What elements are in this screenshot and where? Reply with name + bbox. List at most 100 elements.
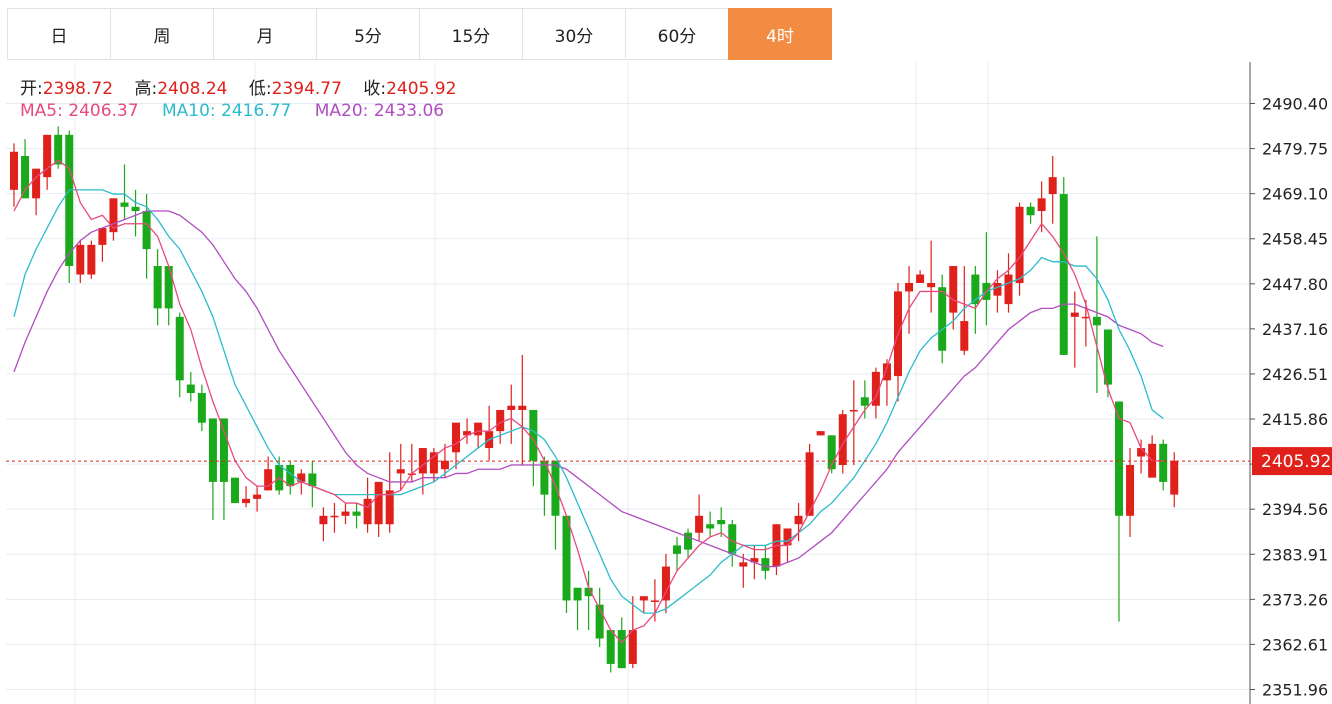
candle-body [639, 596, 648, 601]
ma5-line [13, 159, 1164, 644]
candle-body [429, 452, 438, 474]
tab-week[interactable]: 周 [110, 8, 214, 60]
candle-body [927, 282, 936, 288]
tab-month[interactable]: 月 [213, 8, 317, 60]
candle-body [573, 587, 582, 601]
candle-body [164, 266, 173, 309]
tab-4hour[interactable]: 4时 [728, 8, 832, 60]
candle-body [606, 630, 615, 664]
tab-day[interactable]: 日 [7, 8, 111, 60]
tab-15min[interactable]: 15分 [419, 8, 523, 60]
ma5-readout: MA5: 2406.37 [20, 101, 139, 121]
close-label: 收: [363, 79, 387, 99]
candle-body [860, 397, 869, 406]
candle-body [695, 515, 704, 533]
candle-body [208, 418, 217, 482]
candle-body [352, 511, 361, 516]
ma20-label: MA20: [314, 101, 369, 121]
candle-body [131, 206, 140, 212]
ohlc-readout: 开:2398.72 高:2408.24 低:2394.77 收:2405.92 [20, 74, 472, 99]
candle-body [242, 498, 251, 504]
y-tick-label: 2373.26 [1262, 590, 1328, 609]
candle-body [374, 481, 383, 525]
candle-body [949, 266, 958, 313]
period-tabs: 日 周 月 5分 15分 30分 60分 4时 [7, 8, 832, 60]
ma20-readout: MA20: 2433.06 [315, 101, 444, 121]
tab-60min[interactable]: 60分 [625, 8, 729, 60]
high-label: 高: [134, 79, 158, 99]
candle-body [717, 520, 726, 525]
candle-body [507, 405, 516, 410]
candle-body [219, 418, 228, 482]
high-value: 2408.24 [157, 79, 228, 99]
ma10-line [13, 189, 1164, 614]
tab-30min[interactable]: 30分 [522, 8, 626, 60]
candle-body [673, 545, 681, 554]
candle-body [706, 524, 715, 529]
candle-body [385, 490, 394, 525]
y-tick-label: 2458.45 [1262, 230, 1328, 249]
candle-body [120, 202, 129, 207]
candle-body [849, 409, 858, 412]
y-tick-label: 2469.10 [1262, 185, 1328, 204]
candle-body [363, 498, 372, 525]
candle-body [319, 515, 328, 525]
ma20-value: 2433.06 [373, 101, 445, 121]
candle-body [153, 266, 162, 309]
ma10-value: 2416.77 [221, 101, 292, 121]
candle-body [661, 566, 670, 601]
candle-body [87, 244, 96, 275]
ma10-readout: MA10: 2416.77 [162, 101, 291, 121]
candle-body [1026, 206, 1035, 216]
ma-readout: MA5: 2406.37 MA10: 2416.77 MA20: 2433.06 [20, 101, 462, 121]
candle-body [21, 155, 30, 199]
candle-body [794, 515, 803, 525]
close-value: 2405.92 [386, 79, 457, 99]
candle-body [76, 244, 85, 275]
candle-body [916, 274, 925, 283]
y-tick-label: 2383.91 [1262, 545, 1328, 564]
candle-body [1092, 316, 1101, 326]
candle-body [65, 134, 74, 267]
candle-body [816, 431, 825, 436]
candle-body [628, 630, 637, 664]
candle-body [496, 409, 505, 432]
ma5-label: MA5: [20, 101, 63, 121]
candle-body [452, 422, 460, 453]
candle-body [186, 384, 195, 394]
candle-body [231, 477, 239, 504]
y-tick-label: 2362.61 [1262, 635, 1328, 654]
candle-body [440, 460, 449, 470]
candle-body [98, 227, 107, 245]
open-value: 2398.72 [42, 79, 114, 99]
y-tick-label: 2479.75 [1262, 140, 1328, 159]
candle-body [396, 469, 405, 474]
candle-body [32, 168, 41, 199]
tab-5min[interactable]: 5分 [316, 8, 420, 60]
candle-body [1126, 464, 1135, 516]
candlestick-chart[interactable]: 2490.40 2479.75 2469.10 2458.45 2447.80 2437.… [0, 62, 1332, 704]
y-tick-label: 2490.40 [1262, 95, 1328, 114]
candle-body [1159, 443, 1168, 482]
ma5-value: 2406.37 [68, 101, 139, 121]
last-price-label: 2405.92 [1261, 452, 1331, 472]
low-label: 低: [248, 79, 272, 99]
candle-body [197, 393, 206, 423]
candle-body [10, 151, 18, 190]
y-tick-label: 2351.96 [1262, 681, 1328, 700]
candle-body [308, 473, 317, 487]
candle-body [474, 422, 483, 436]
candle-body [960, 321, 969, 351]
candle-body [562, 515, 571, 601]
y-tick-label: 2415.86 [1262, 410, 1328, 429]
candle-body [529, 409, 538, 461]
candle-body [1048, 177, 1057, 195]
candle-body [1059, 194, 1068, 355]
candle-body [739, 562, 748, 567]
candle-body [175, 316, 184, 381]
low-value: 2394.77 [271, 79, 342, 99]
candle-body [617, 630, 626, 669]
candle-body [1170, 460, 1179, 495]
candle-body [761, 558, 770, 571]
candle-body [1070, 312, 1079, 317]
